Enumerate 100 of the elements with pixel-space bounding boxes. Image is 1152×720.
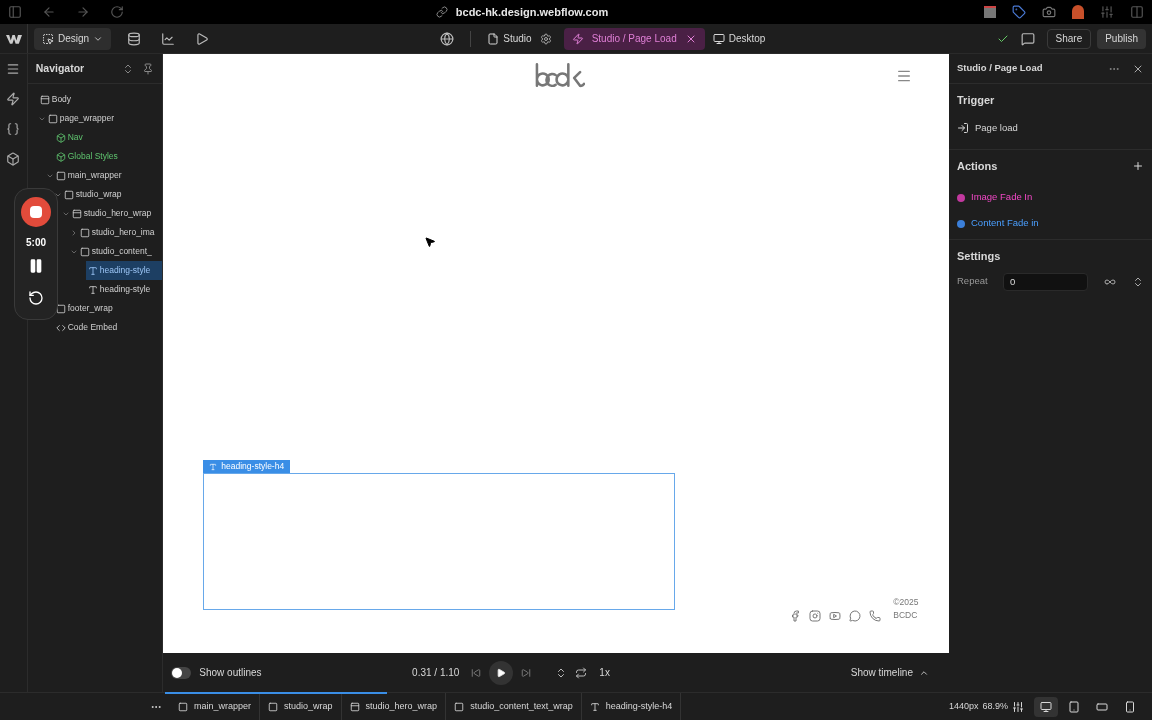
time-readout: 0.31 / 1.10 (412, 666, 460, 680)
chat-icon[interactable] (849, 610, 862, 622)
tablet-icon (1068, 700, 1080, 713)
navigator-item[interactable]: studio_hero_wrap (69, 204, 163, 223)
text-icon (87, 265, 98, 276)
pause-icon[interactable] (28, 258, 44, 274)
navigator-item[interactable]: Global Styles (53, 147, 163, 166)
outline-toggle[interactable] (171, 666, 192, 679)
box-icon (268, 701, 279, 712)
facebook-icon[interactable] (789, 610, 802, 622)
navigator-item[interactable]: Body (37, 90, 163, 109)
lightning-icon (571, 32, 584, 45)
navigator-item[interactable]: heading-style (85, 280, 163, 299)
stop-recording-button[interactable] (21, 197, 51, 227)
phone-icon[interactable] (869, 610, 882, 622)
breadcrumb[interactable]: studio_wrap (260, 693, 342, 720)
component-icon (55, 132, 66, 143)
speed-button[interactable]: 1x (599, 665, 610, 680)
database-icon[interactable] (127, 31, 142, 46)
publish-button[interactable]: Publish (1097, 28, 1146, 49)
box-icon (55, 303, 66, 314)
section-icon (71, 208, 82, 219)
url-text[interactable]: bcdc-hk.design.webflow.com (455, 3, 609, 21)
interaction-tab[interactable]: Studio / Page Load (563, 27, 705, 50)
repeat-field[interactable]: 0 (1003, 272, 1088, 291)
navigator-item[interactable]: studio_wrap (61, 185, 163, 204)
figure-extension-icon[interactable] (1072, 5, 1084, 19)
breakpoint-button[interactable]: Desktop (712, 31, 766, 46)
panel-title: Navigator (35, 60, 86, 76)
forward-icon[interactable] (76, 5, 90, 19)
reload-icon[interactable] (110, 5, 124, 19)
zoom-readout: 68.9% (982, 699, 1008, 713)
repeat-label: Repeat (957, 274, 989, 289)
settings-icon[interactable] (539, 32, 552, 45)
globe-icon[interactable] (440, 31, 455, 46)
action-label[interactable]: Image Fade In (971, 190, 1033, 205)
selection-label: heading-style-h4 (203, 460, 291, 473)
copyright-text: ©2025 (893, 596, 919, 609)
navigator-item[interactable]: heading-style (85, 261, 163, 280)
page-icon (487, 32, 500, 45)
back-icon[interactable] (42, 5, 56, 19)
instagram-icon[interactable] (809, 610, 822, 622)
section-heading: Actions (957, 159, 999, 174)
desktop-icon (1040, 700, 1052, 713)
breadcrumb[interactable]: studio_content_text_wrap (446, 693, 582, 720)
section-heading: Settings (957, 249, 1002, 264)
zoom-adjust-icon[interactable] (1012, 700, 1024, 713)
navigator-item[interactable]: studio_hero_ima (77, 223, 163, 242)
breadcrumb[interactable]: studio_hero_wrap (341, 693, 447, 720)
desktop-icon (712, 32, 725, 45)
text-icon (589, 701, 600, 712)
body-icon (39, 94, 50, 105)
play-icon (496, 667, 507, 678)
share-button[interactable]: Share (1046, 28, 1092, 49)
page-button[interactable]: Studio (487, 31, 532, 46)
youtube-icon[interactable] (829, 610, 842, 622)
navigator-item[interactable]: Nav (53, 128, 163, 147)
collapse-icon[interactable] (1132, 275, 1144, 288)
navigator-item[interactable]: footer_wrap (53, 299, 163, 318)
add-icon[interactable] (1132, 160, 1144, 173)
box-icon (79, 227, 90, 238)
variables-icon[interactable] (6, 122, 21, 136)
extensions-icon[interactable] (1100, 5, 1114, 19)
section-icon (349, 701, 360, 712)
play-button[interactable] (489, 660, 514, 685)
comment-icon[interactable] (1020, 31, 1035, 46)
chart-icon[interactable] (161, 31, 176, 46)
breadcrumb[interactable]: heading-style-h4 (581, 693, 682, 720)
text-icon (87, 284, 98, 295)
mouse-cursor-icon (424, 236, 437, 248)
tag-extension-icon[interactable] (1012, 5, 1026, 19)
device-button[interactable] (1034, 696, 1058, 717)
pin-icon[interactable] (142, 62, 155, 75)
restart-icon[interactable] (28, 290, 44, 306)
camera-extension-icon[interactable] (1042, 5, 1056, 19)
navigator-item[interactable]: studio_content_ (77, 242, 163, 261)
design-mode-button[interactable]: Design (34, 27, 112, 50)
trigger-label[interactable]: Page load (975, 120, 1018, 135)
component-icon (55, 151, 66, 162)
interactions-icon[interactable] (6, 92, 21, 106)
text-icon (209, 462, 218, 471)
action-label[interactable]: Content Fade in (971, 216, 1039, 231)
loop-icon[interactable] (575, 666, 588, 679)
preview-icon[interactable] (195, 31, 210, 46)
hamburger-icon[interactable] (896, 68, 913, 84)
navigator-item[interactable]: Code Embed (53, 318, 163, 337)
show-timeline-button[interactable]: Show timeline (850, 665, 929, 680)
skip-back-icon[interactable] (471, 667, 482, 678)
panel-title: Studio / Page Load (957, 61, 1044, 76)
navigator-item[interactable]: page_wrapper (45, 109, 163, 128)
navigator-item[interactable]: main_wrapper (53, 166, 163, 185)
logo-icon (534, 62, 586, 90)
breadcrumb[interactable]: main_wrapper (170, 693, 261, 720)
webflow-logo-icon[interactable] (5, 32, 22, 45)
menu-icon[interactable] (6, 62, 21, 76)
trigger-icon (957, 121, 969, 134)
components-icon[interactable] (6, 152, 21, 166)
skip-forward-icon[interactable] (521, 667, 532, 678)
landscape-icon (1096, 700, 1108, 713)
brand-text: BCDC (893, 609, 919, 622)
